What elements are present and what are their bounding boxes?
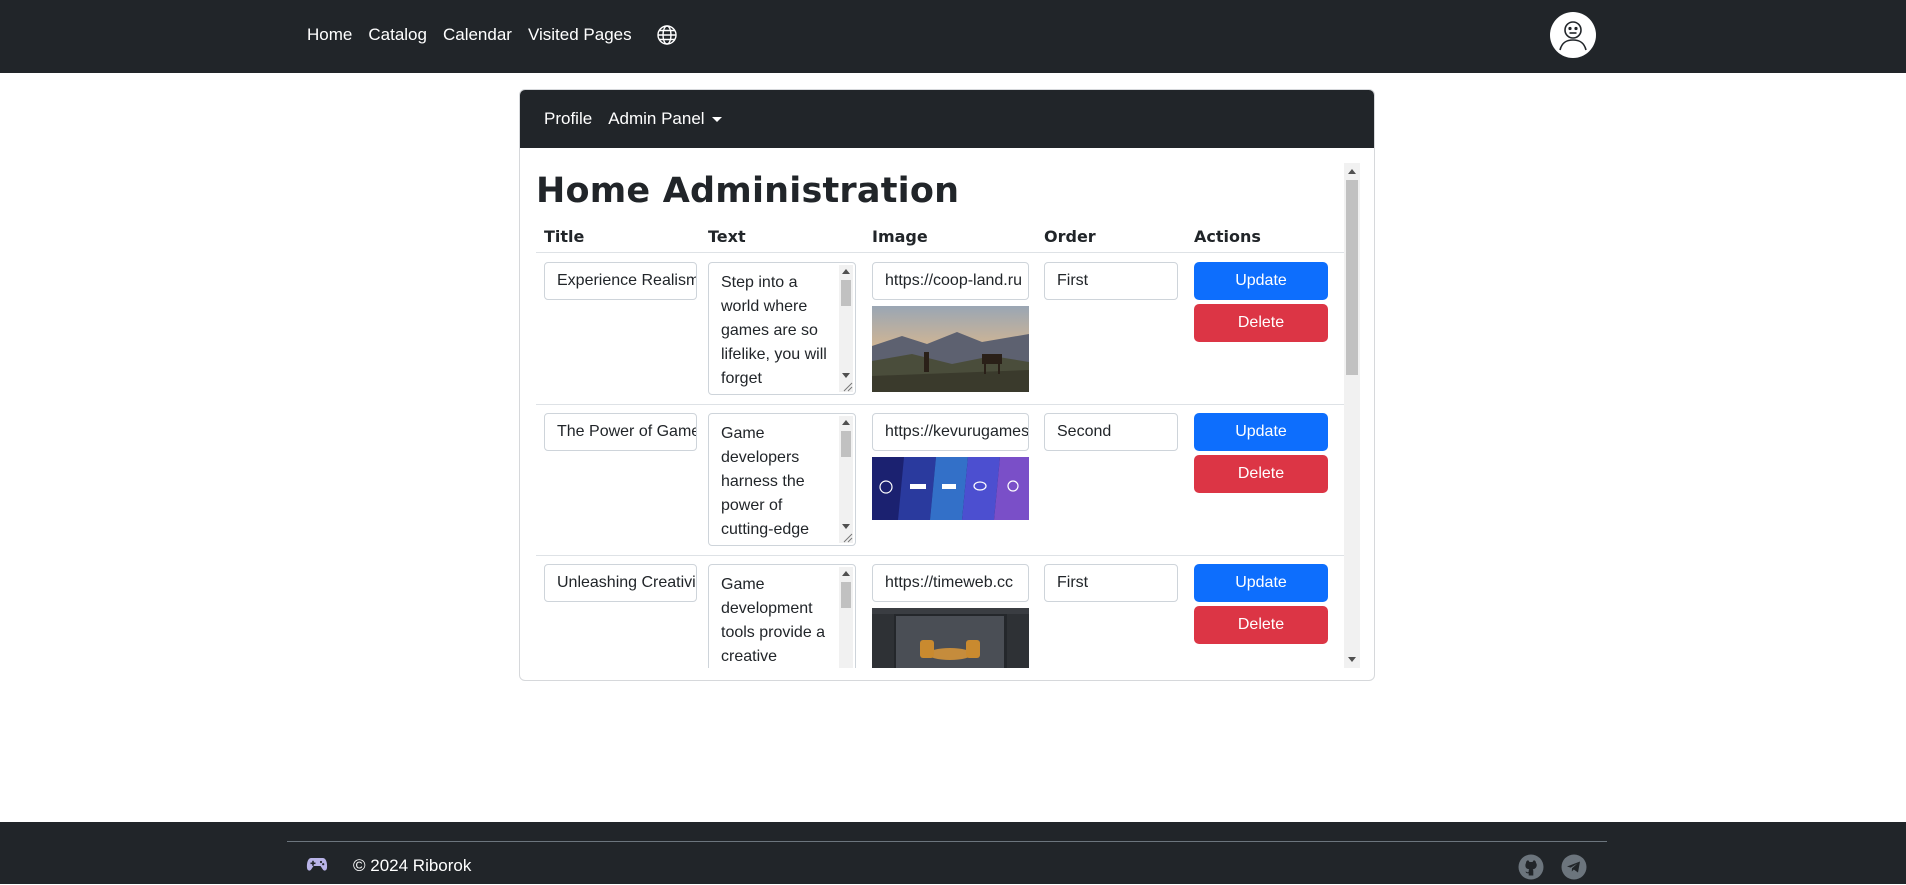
- text-textarea-content: Step into a world where games are so lif…: [721, 274, 827, 387]
- title-input[interactable]: Unleashing Creativity: [544, 564, 697, 602]
- column-header-text: Text: [708, 227, 746, 246]
- scroll-up-arrow-icon[interactable]: [1348, 169, 1356, 174]
- update-button[interactable]: Update: [1194, 413, 1328, 451]
- column-header-image: Image: [872, 227, 928, 246]
- main-nav-links: Home Catalog Calendar Visited Pages: [307, 0, 678, 69]
- globe-icon[interactable]: [656, 24, 678, 46]
- column-header-title: Title: [544, 227, 585, 246]
- image-url-input[interactable]: https://coop-land.ru: [872, 262, 1029, 300]
- update-button[interactable]: Update: [1194, 262, 1328, 300]
- update-button[interactable]: Update: [1194, 564, 1328, 602]
- delete-button[interactable]: Delete: [1194, 455, 1328, 493]
- title-input[interactable]: Experience Realism: [544, 262, 697, 300]
- column-header-order: Order: [1044, 227, 1096, 246]
- text-textarea-content: Game developers harness the power of cut…: [721, 425, 810, 538]
- order-select[interactable]: First: [1044, 262, 1178, 300]
- resize-grip-icon[interactable]: [843, 382, 853, 392]
- telegram-icon[interactable]: [1561, 854, 1587, 885]
- text-textarea[interactable]: Game developers harness the power of cut…: [708, 413, 856, 546]
- nav-home-link[interactable]: Home: [307, 25, 352, 45]
- table-row: Experience Realism Step into a world whe…: [536, 254, 1344, 405]
- order-select[interactable]: Second: [1044, 413, 1178, 451]
- user-avatar-icon[interactable]: [1550, 12, 1596, 58]
- text-textarea[interactable]: Game development tools provide a creativ…: [708, 564, 856, 668]
- table-header: Title Text Image Order Actions: [536, 223, 1344, 253]
- scroll-down-arrow-icon[interactable]: [1348, 657, 1356, 662]
- textarea-scrollbar[interactable]: [839, 265, 853, 392]
- image-url-input[interactable]: https://timeweb.cc: [872, 564, 1029, 602]
- preview-image: [872, 608, 1029, 668]
- delete-button[interactable]: Delete: [1194, 304, 1328, 342]
- textarea-scrollbar[interactable]: [839, 416, 853, 543]
- table-row: The Power of Game Game developers harnes…: [536, 405, 1344, 556]
- column-header-actions: Actions: [1194, 227, 1261, 246]
- scrollbar-thumb[interactable]: [1346, 180, 1358, 375]
- profile-link[interactable]: Profile: [544, 109, 592, 129]
- text-textarea-content: Game development tools provide a creativ…: [721, 576, 826, 665]
- delete-button[interactable]: Delete: [1194, 606, 1328, 644]
- nav-catalog-link[interactable]: Catalog: [368, 25, 427, 45]
- footer: © 2024 Riborok: [0, 822, 1906, 884]
- footer-divider: [287, 841, 1607, 842]
- page-title: Home Administration: [536, 171, 960, 211]
- preview-image: [872, 457, 1029, 520]
- copyright-text: © 2024 Riborok: [353, 856, 472, 875]
- caret-down-icon: [711, 116, 722, 122]
- title-input[interactable]: The Power of Game: [544, 413, 697, 451]
- admin-table-scroll-area: Home Administration Title Text Image Ord…: [536, 163, 1360, 668]
- gamepad-icon: [306, 855, 328, 878]
- admin-panel-label: Admin Panel: [608, 109, 705, 128]
- top-navbar: Home Catalog Calendar Visited Pages: [0, 0, 1906, 73]
- admin-navbar: Profile Admin Panel: [520, 90, 1374, 148]
- admin-table-scrollbar[interactable]: [1344, 163, 1360, 668]
- github-icon[interactable]: [1518, 854, 1544, 885]
- textarea-scrollbar[interactable]: [839, 567, 853, 668]
- nav-visited-pages-link[interactable]: Visited Pages: [528, 25, 632, 45]
- resize-grip-icon[interactable]: [843, 533, 853, 543]
- admin-panel-dropdown[interactable]: Admin Panel: [608, 109, 722, 129]
- image-url-input[interactable]: https://kevurugames: [872, 413, 1029, 451]
- nav-calendar-link[interactable]: Calendar: [443, 25, 512, 45]
- order-select[interactable]: First: [1044, 564, 1178, 602]
- text-textarea[interactable]: Step into a world where games are so lif…: [708, 262, 856, 395]
- admin-card: Profile Admin Panel Home Administration …: [519, 89, 1375, 681]
- preview-image: [872, 306, 1029, 392]
- table-row: Unleashing Creativity Game development t…: [536, 556, 1344, 668]
